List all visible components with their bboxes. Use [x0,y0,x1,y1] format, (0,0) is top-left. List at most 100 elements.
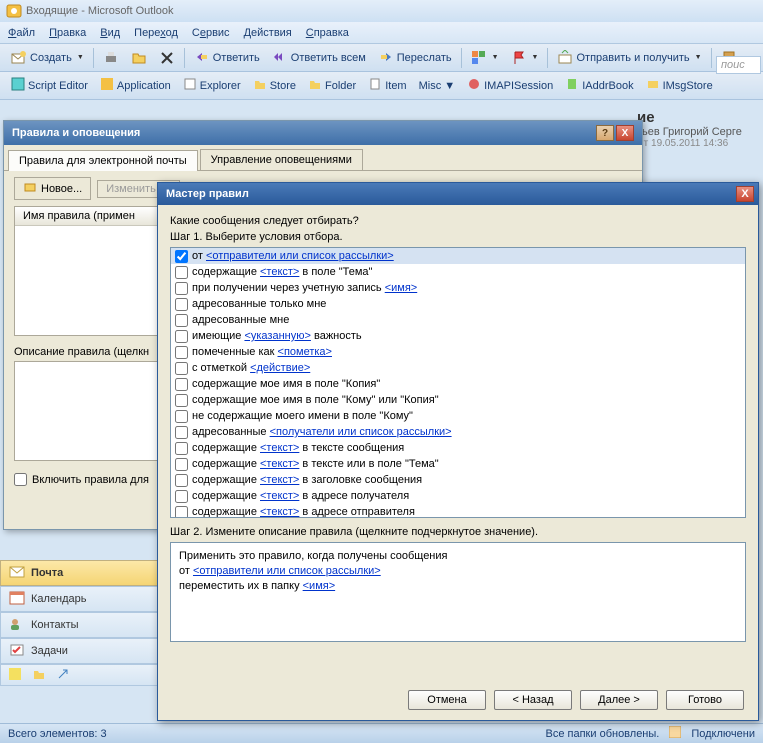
condition-link[interactable]: <указанную> [244,330,310,342]
condition-checkbox[interactable] [175,266,188,279]
mapi-button[interactable]: IMAPISession [462,75,558,96]
condition-item[interactable]: содержащие <текст> в тексте сообщения [171,440,745,456]
condition-item[interactable]: содержащие мое имя в поле "Копия" [171,376,745,392]
condition-checkbox[interactable] [175,426,188,439]
condition-checkbox[interactable] [175,458,188,471]
tab-alerts[interactable]: Управление оповещениями [200,149,363,170]
application-button[interactable]: Application [95,75,176,96]
menu-view[interactable]: Вид [100,27,120,39]
condition-checkbox[interactable] [175,282,188,295]
script-editor-button[interactable]: Script Editor [6,75,93,96]
condition-link[interactable]: <текст> [260,458,299,470]
condition-checkbox[interactable] [175,506,188,519]
menu-file[interactable]: Файл [8,27,35,39]
condition-checkbox[interactable] [175,490,188,503]
condition-checkbox[interactable] [175,394,188,407]
condition-link[interactable]: <отправители или список рассылки> [206,250,394,262]
condition-checkbox[interactable] [175,314,188,327]
conditions-list[interactable]: от <отправители или список рассылки>соде… [170,247,746,518]
new-rule-button[interactable]: Новое... [14,177,91,200]
close-button[interactable]: X [616,125,634,141]
reply-all-icon [272,50,288,66]
tab-email-rules[interactable]: Правила для электронной почты [8,150,198,171]
categorize-button[interactable]: ▼ [466,48,504,68]
wizard-finish-button[interactable]: Готово [666,690,744,710]
condition-link[interactable]: <получатели или список рассылки> [270,426,452,438]
wizard-next-button[interactable]: Далее > [580,690,658,710]
iaddrbook-icon [565,77,579,94]
help-button[interactable]: ? [596,125,614,141]
condition-link[interactable]: <действие> [250,362,310,374]
condition-item[interactable]: содержащие <текст> в заголовке сообщения [171,472,745,488]
condition-checkbox[interactable] [175,362,188,375]
store-button[interactable]: Store [248,75,301,96]
msgstore-button[interactable]: IMsgStore [641,75,718,96]
addrbook-button[interactable]: IAddrBook [560,75,638,96]
nav-tasks[interactable]: Задачи [0,638,160,664]
condition-item[interactable]: с отметкой <действие> [171,360,745,376]
condition-checkbox[interactable] [175,442,188,455]
condition-checkbox[interactable] [175,330,188,343]
nav-calendar[interactable]: Календарь [0,586,160,612]
condition-item[interactable]: содержащие <текст> в адресе отправителя [171,504,745,518]
condition-link[interactable]: <текст> [260,474,299,486]
wizard-close-button[interactable]: X [736,186,754,202]
condition-item[interactable]: содержащие мое имя в поле "Кому" или "Ко… [171,392,745,408]
condition-checkbox[interactable] [175,346,188,359]
wizard-header[interactable]: Мастер правил X [158,183,758,205]
desc-folder-link[interactable]: <имя> [303,580,336,592]
rules-dialog-header[interactable]: Правила и оповещения ? X [4,121,642,145]
condition-item[interactable]: адресованные <получатели или список расс… [171,424,745,440]
condition-item[interactable]: не содержащие моего имени в поле "Кому" [171,408,745,424]
enable-rules-checkbox[interactable] [14,473,27,486]
condition-checkbox[interactable] [175,250,188,263]
item-button[interactable]: Item [363,75,411,96]
condition-item[interactable]: адресованные мне [171,312,745,328]
condition-item[interactable]: адресованные только мне [171,296,745,312]
wizard-back-button[interactable]: < Назад [494,690,572,710]
menu-service[interactable]: Сервис [192,27,230,39]
desc-sender-link[interactable]: <отправители или список рассылки> [193,565,381,577]
condition-item[interactable]: от <отправители или список рассылки> [171,248,745,264]
forward-button[interactable]: Переслать [373,48,457,68]
reply-all-button[interactable]: Ответить всем [267,48,371,68]
condition-checkbox[interactable] [175,410,188,423]
search-input[interactable]: поис [716,56,761,74]
wizard-step1-label: Шаг 1. Выберите условия отбора. [170,231,746,243]
menu-edit[interactable]: Правка [49,27,86,39]
menu-help[interactable]: Справка [306,27,349,39]
nav-contacts[interactable]: Контакты [0,612,160,638]
condition-checkbox[interactable] [175,298,188,311]
condition-link[interactable]: <текст> [260,442,299,454]
navigation-pane: Почта Календарь Контакты Задачи [0,560,160,686]
categorize-icon [471,50,487,66]
menu-goto[interactable]: Переход [134,27,178,39]
condition-item[interactable]: имеющие <указанную> важность [171,328,745,344]
delete-button[interactable] [154,48,180,68]
print-button[interactable] [98,48,124,68]
condition-item[interactable]: при получении через учетную запись <имя> [171,280,745,296]
explorer-button[interactable]: Explorer [178,75,246,96]
reply-button[interactable]: Ответить [189,48,265,68]
nav-mail[interactable]: Почта [0,560,160,586]
move-button[interactable] [126,48,152,68]
new-button[interactable]: Создать▼ [6,48,89,68]
nav-shortcuts[interactable] [0,664,160,686]
wizard-cancel-button[interactable]: Отмена [408,690,486,710]
condition-link[interactable]: <текст> [260,506,299,518]
flag-button[interactable]: ▼ [506,48,544,68]
condition-link[interactable]: <имя> [385,282,418,294]
condition-item[interactable]: содержащие <текст> в поле "Тема" [171,264,745,280]
condition-item[interactable]: содержащие <текст> в тексте или в поле "… [171,456,745,472]
send-receive-button[interactable]: Отправить и получить▼ [552,48,706,68]
folder-button[interactable]: Folder [303,75,361,96]
condition-link[interactable]: <текст> [260,490,299,502]
condition-link[interactable]: <пометка> [278,346,332,358]
menu-actions[interactable]: Действия [244,27,292,39]
condition-link[interactable]: <текст> [260,266,299,278]
condition-item[interactable]: содержащие <текст> в адресе получателя [171,488,745,504]
condition-checkbox[interactable] [175,378,188,391]
condition-item[interactable]: помеченные как <пометка> [171,344,745,360]
condition-checkbox[interactable] [175,474,188,487]
misc-button[interactable]: Misc▼ [414,78,461,94]
